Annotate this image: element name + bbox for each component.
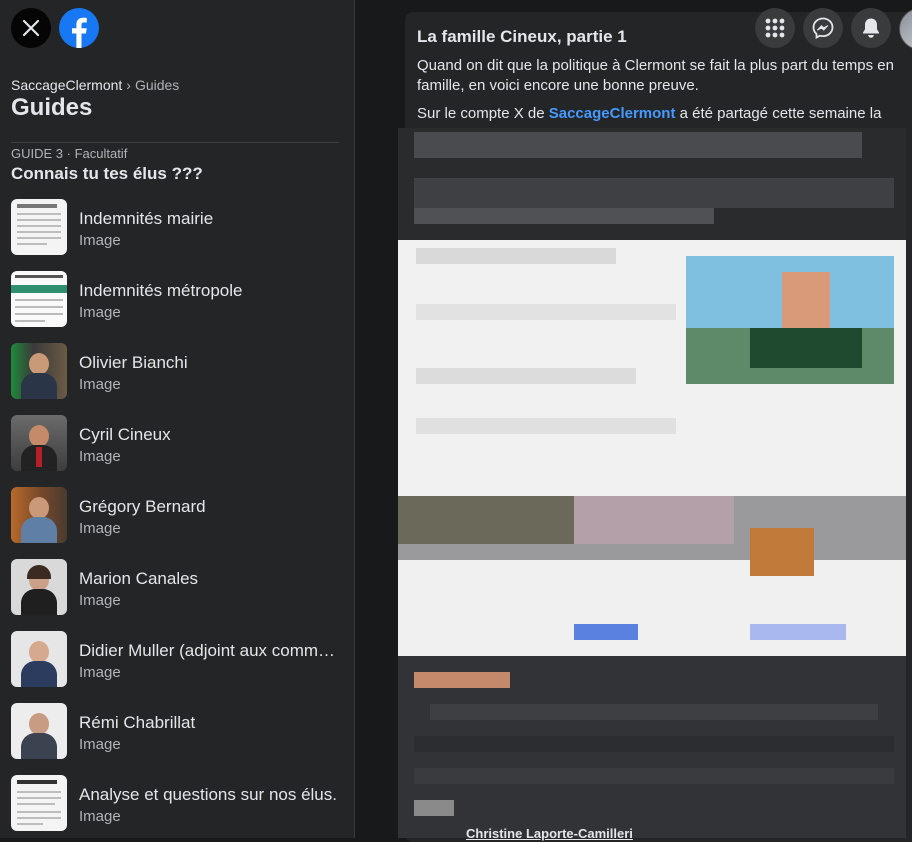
post-text: a été partagé cette semaine la bbox=[675, 105, 882, 122]
breadcrumb-section[interactable]: Guides bbox=[135, 77, 179, 93]
mention-link[interactable]: SaccageClermont bbox=[549, 105, 676, 122]
post-text: Sur le compte X de bbox=[417, 105, 549, 122]
item-title: Grégory Bernard bbox=[79, 497, 206, 516]
item-title: Olivier Bianchi bbox=[79, 353, 188, 372]
guide-item-remi-chabrillat[interactable]: Rémi Chabrillat Image bbox=[0, 696, 354, 768]
guides-sidebar: SaccageClermont › Guides Guides GUIDE 3 · … bbox=[0, 0, 355, 838]
menu-button[interactable] bbox=[755, 8, 795, 48]
post-title: La famille Cineux, partie 1 bbox=[417, 27, 627, 46]
item-thumbnail bbox=[11, 559, 67, 615]
guide-item-marion-canales[interactable]: Marion Canales Image bbox=[0, 552, 354, 624]
guide-item-indemnites-mairie[interactable]: Indemnités mairie Image bbox=[0, 192, 354, 264]
item-subtitle: Image bbox=[79, 376, 121, 393]
post-paragraph-1: Quand on dit que la politique à Clermont… bbox=[417, 57, 894, 94]
item-title: Indemnités mairie bbox=[79, 209, 214, 228]
item-subtitle: Image bbox=[79, 520, 121, 537]
item-subtitle: Image bbox=[79, 592, 121, 609]
item-subtitle: Image bbox=[79, 664, 121, 681]
guide-item-didier-muller[interactable]: Didier Muller (adjoint aux commerces) Im… bbox=[0, 624, 354, 696]
item-title: Didier Muller (adjoint aux commerces) bbox=[79, 641, 339, 660]
notifications-button[interactable] bbox=[851, 8, 891, 48]
item-subtitle: Image bbox=[79, 304, 121, 321]
item-thumbnail bbox=[11, 271, 67, 327]
pixelated-post-image[interactable] bbox=[398, 128, 906, 838]
close-button[interactable] bbox=[11, 8, 51, 48]
guide-item-olivier-bianchi[interactable]: Olivier Bianchi Image bbox=[0, 336, 354, 408]
breadcrumb-separator: › bbox=[126, 77, 131, 93]
post-paragraph-2: Sur le compte X de SaccageClermont a été… bbox=[417, 104, 897, 124]
item-thumbnail bbox=[11, 199, 67, 255]
bell-icon bbox=[863, 18, 879, 38]
messenger-button[interactable] bbox=[803, 8, 843, 48]
item-title: Cyril Cineux bbox=[79, 425, 171, 444]
guide-title: Connais tu tes élus ??? bbox=[11, 164, 203, 183]
item-subtitle: Image bbox=[79, 808, 121, 825]
item-thumbnail bbox=[11, 775, 67, 831]
item-thumbnail bbox=[11, 487, 67, 543]
divider bbox=[11, 142, 339, 143]
item-subtitle: Image bbox=[79, 736, 121, 753]
guide-item-list: Indemnités mairie Image Indemnités métro… bbox=[0, 192, 354, 838]
close-icon bbox=[22, 19, 40, 37]
item-title: Marion Canales bbox=[79, 569, 199, 588]
tagged-person-name[interactable]: Christine Laporte-Camilleri bbox=[466, 826, 633, 841]
menu-grid-icon bbox=[765, 18, 785, 38]
item-thumbnail bbox=[11, 703, 67, 759]
item-thumbnail bbox=[11, 415, 67, 471]
guide-meta: GUIDE 3 · Facultatif bbox=[11, 146, 128, 161]
item-subtitle: Image bbox=[79, 448, 121, 465]
item-title: Analyse et questions sur nos élus. bbox=[79, 785, 337, 804]
item-thumbnail bbox=[11, 631, 67, 687]
item-thumbnail bbox=[11, 343, 67, 399]
item-title: Indemnités métropole bbox=[79, 281, 243, 300]
item-subtitle: Image bbox=[79, 232, 121, 249]
breadcrumb-group-link[interactable]: SaccageClermont bbox=[11, 77, 122, 93]
breadcrumb: SaccageClermont › Guides bbox=[11, 77, 179, 93]
page-title: Guides bbox=[11, 94, 93, 121]
facebook-logo-icon[interactable] bbox=[59, 8, 99, 48]
item-title: Rémi Chabrillat bbox=[79, 713, 196, 732]
guide-item-indemnites-metropole[interactable]: Indemnités métropole Image bbox=[0, 264, 354, 336]
guide-item-analyse-questions[interactable]: Analyse et questions sur nos élus. Image bbox=[0, 768, 354, 838]
guide-item-cyril-cineux[interactable]: Cyril Cineux Image bbox=[0, 408, 354, 480]
messenger-icon bbox=[812, 17, 834, 39]
guide-item-gregory-bernard[interactable]: Grégory Bernard Image bbox=[0, 480, 354, 552]
